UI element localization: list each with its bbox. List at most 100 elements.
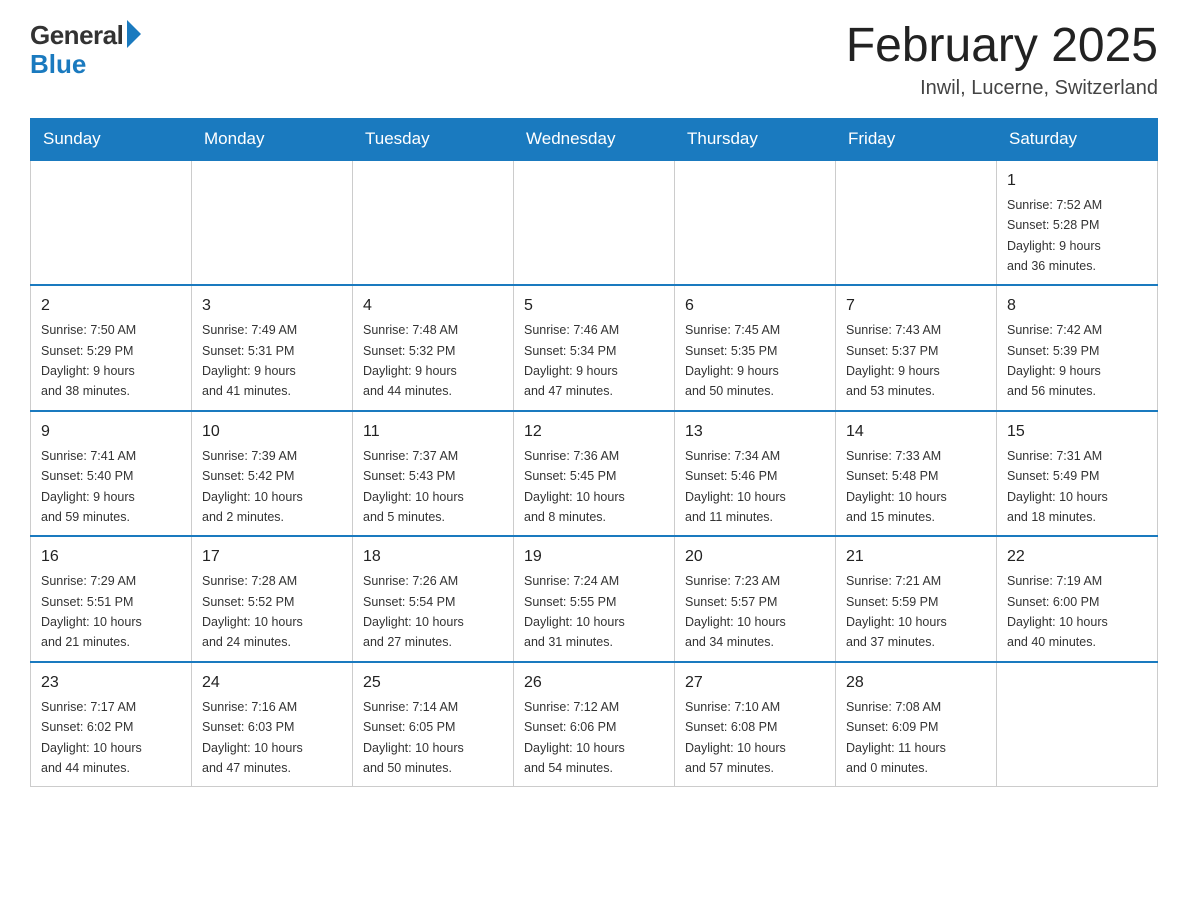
day-info: Sunrise: 7:29 AMSunset: 5:51 PMDaylight:… [41, 574, 142, 649]
day-number: 3 [202, 294, 342, 318]
day-info: Sunrise: 7:12 AMSunset: 6:06 PMDaylight:… [524, 700, 625, 775]
day-cell: 23 Sunrise: 7:17 AMSunset: 6:02 PMDayligh… [31, 662, 192, 787]
logo-arrow-icon [127, 20, 141, 48]
day-info: Sunrise: 7:14 AMSunset: 6:05 PMDaylight:… [363, 700, 464, 775]
day-info: Sunrise: 7:42 AMSunset: 5:39 PMDaylight:… [1007, 323, 1102, 398]
day-number: 13 [685, 420, 825, 444]
day-info: Sunrise: 7:33 AMSunset: 5:48 PMDaylight:… [846, 449, 947, 524]
day-cell: 22Sunrise: 7:19 AMSunset: 6:00 PMDayligh… [997, 536, 1158, 662]
day-number: 27 [685, 671, 825, 695]
page-header: General Blue February 2025 Inwil, Lucern… [30, 20, 1158, 100]
calendar-table: Sunday Monday Tuesday Wednesday Thursday… [30, 118, 1158, 788]
day-cell: 26 Sunrise: 7:12 AMSunset: 6:06 PMDayligh… [514, 662, 675, 787]
day-number: 1 [1007, 169, 1147, 193]
day-number: 5 [524, 294, 664, 318]
day-number: 9 [41, 420, 181, 444]
day-cell: 1 Sunrise: 7:52 AMSunset: 5:28 PMDaylight… [997, 160, 1158, 286]
day-number: 18 [363, 545, 503, 569]
week-row-3: 16 Sunrise: 7:29 AMSunset: 5:51 PMDayligh… [31, 536, 1158, 662]
day-cell: 20 Sunrise: 7:23 AMSunset: 5:57 PMDayligh… [675, 536, 836, 662]
day-cell: 7Sunrise: 7:43 AMSunset: 5:37 PMDaylight… [836, 285, 997, 411]
header-tuesday: Tuesday [353, 118, 514, 160]
day-cell: 3 Sunrise: 7:49 AMSunset: 5:31 PMDaylight… [192, 285, 353, 411]
weekday-header-row: Sunday Monday Tuesday Wednesday Thursday… [31, 118, 1158, 160]
day-cell: 19Sunrise: 7:24 AMSunset: 5:55 PMDayligh… [514, 536, 675, 662]
day-number: 14 [846, 420, 986, 444]
header-sunday: Sunday [31, 118, 192, 160]
title-area: February 2025 Inwil, Lucerne, Switzerlan… [846, 20, 1158, 100]
day-info: Sunrise: 7:37 AMSunset: 5:43 PMDaylight:… [363, 449, 464, 524]
header-thursday: Thursday [675, 118, 836, 160]
day-cell [997, 662, 1158, 787]
day-cell: 6Sunrise: 7:45 AMSunset: 5:35 PMDaylight… [675, 285, 836, 411]
day-cell [31, 160, 192, 286]
day-cell: 18 Sunrise: 7:26 AMSunset: 5:54 PMDayligh… [353, 536, 514, 662]
day-info: Sunrise: 7:41 AMSunset: 5:40 PMDaylight:… [41, 449, 136, 524]
logo-blue-text: Blue [30, 49, 86, 80]
day-number: 26 [524, 671, 664, 695]
day-number: 22 [1007, 545, 1147, 569]
day-number: 20 [685, 545, 825, 569]
logo-general-text: General [30, 20, 123, 51]
day-info: Sunrise: 7:24 AMSunset: 5:55 PMDaylight:… [524, 574, 625, 649]
day-info: Sunrise: 7:34 AMSunset: 5:46 PMDaylight:… [685, 449, 786, 524]
day-cell [514, 160, 675, 286]
day-number: 12 [524, 420, 664, 444]
day-info: Sunrise: 7:26 AMSunset: 5:54 PMDaylight:… [363, 574, 464, 649]
day-info: Sunrise: 7:46 AMSunset: 5:34 PMDaylight:… [524, 323, 619, 398]
day-number: 11 [363, 420, 503, 444]
day-number: 24 [202, 671, 342, 695]
logo: General Blue [30, 20, 141, 80]
day-cell [353, 160, 514, 286]
day-info: Sunrise: 7:31 AMSunset: 5:49 PMDaylight:… [1007, 449, 1108, 524]
day-cell: 27 Sunrise: 7:10 AMSunset: 6:08 PMDayligh… [675, 662, 836, 787]
day-cell: 11 Sunrise: 7:37 AMSunset: 5:43 PMDayligh… [353, 411, 514, 537]
day-cell: 9 Sunrise: 7:41 AMSunset: 5:40 PMDaylight… [31, 411, 192, 537]
day-number: 25 [363, 671, 503, 695]
day-info: Sunrise: 7:21 AMSunset: 5:59 PMDaylight:… [846, 574, 947, 649]
day-info: Sunrise: 7:52 AMSunset: 5:28 PMDaylight:… [1007, 198, 1102, 273]
day-cell: 13 Sunrise: 7:34 AMSunset: 5:46 PMDayligh… [675, 411, 836, 537]
day-number: 2 [41, 294, 181, 318]
week-row-1: 2 Sunrise: 7:50 AMSunset: 5:29 PMDaylight… [31, 285, 1158, 411]
day-cell: 14 Sunrise: 7:33 AMSunset: 5:48 PMDayligh… [836, 411, 997, 537]
day-number: 8 [1007, 294, 1147, 318]
day-cell: 8 Sunrise: 7:42 AMSunset: 5:39 PMDaylight… [997, 285, 1158, 411]
day-info: Sunrise: 7:28 AMSunset: 5:52 PMDaylight:… [202, 574, 303, 649]
day-cell: 12 Sunrise: 7:36 AMSunset: 5:45 PMDayligh… [514, 411, 675, 537]
day-cell [192, 160, 353, 286]
day-number: 23 [41, 671, 181, 695]
day-info: Sunrise: 7:08 AMSunset: 6:09 PMDaylight:… [846, 700, 946, 775]
day-cell: 5 Sunrise: 7:46 AMSunset: 5:34 PMDaylight… [514, 285, 675, 411]
week-row-4: 23 Sunrise: 7:17 AMSunset: 6:02 PMDayligh… [31, 662, 1158, 787]
calendar-title: February 2025 [846, 20, 1158, 73]
day-info: Sunrise: 7:17 AMSunset: 6:02 PMDaylight:… [41, 700, 142, 775]
day-info: Sunrise: 7:39 AMSunset: 5:42 PMDaylight:… [202, 449, 303, 524]
day-number: 16 [41, 545, 181, 569]
day-cell: 2 Sunrise: 7:50 AMSunset: 5:29 PMDaylight… [31, 285, 192, 411]
day-cell: 24 Sunrise: 7:16 AMSunset: 6:03 PMDayligh… [192, 662, 353, 787]
day-number: 28 [846, 671, 986, 695]
day-cell: 15Sunrise: 7:31 AMSunset: 5:49 PMDayligh… [997, 411, 1158, 537]
day-cell: 25 Sunrise: 7:14 AMSunset: 6:05 PMDayligh… [353, 662, 514, 787]
day-number: 6 [685, 294, 825, 318]
day-info: Sunrise: 7:23 AMSunset: 5:57 PMDaylight:… [685, 574, 786, 649]
day-cell: 17 Sunrise: 7:28 AMSunset: 5:52 PMDayligh… [192, 536, 353, 662]
day-number: 10 [202, 420, 342, 444]
day-info: Sunrise: 7:50 AMSunset: 5:29 PMDaylight:… [41, 323, 136, 398]
day-info: Sunrise: 7:16 AMSunset: 6:03 PMDaylight:… [202, 700, 303, 775]
day-number: 4 [363, 294, 503, 318]
day-info: Sunrise: 7:49 AMSunset: 5:31 PMDaylight:… [202, 323, 297, 398]
day-info: Sunrise: 7:10 AMSunset: 6:08 PMDaylight:… [685, 700, 786, 775]
day-number: 21 [846, 545, 986, 569]
header-friday: Friday [836, 118, 997, 160]
day-cell [675, 160, 836, 286]
day-number: 17 [202, 545, 342, 569]
day-info: Sunrise: 7:43 AMSunset: 5:37 PMDaylight:… [846, 323, 941, 398]
day-cell: 4Sunrise: 7:48 AMSunset: 5:32 PMDaylight… [353, 285, 514, 411]
day-cell: 10 Sunrise: 7:39 AMSunset: 5:42 PMDayligh… [192, 411, 353, 537]
day-info: Sunrise: 7:36 AMSunset: 5:45 PMDaylight:… [524, 449, 625, 524]
day-cell [836, 160, 997, 286]
week-row-2: 9 Sunrise: 7:41 AMSunset: 5:40 PMDaylight… [31, 411, 1158, 537]
header-saturday: Saturday [997, 118, 1158, 160]
